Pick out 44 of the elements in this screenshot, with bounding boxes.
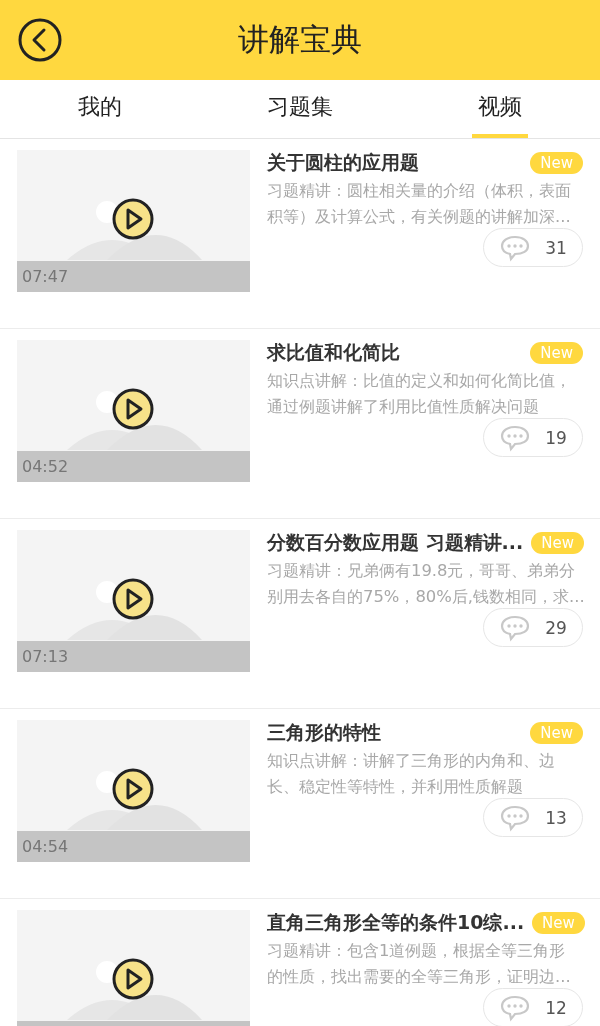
- comment-count: 31: [545, 237, 567, 258]
- video-item[interactable]: 07:47 关于圆柱的应用题 New 习题精讲：圆柱相关量的介绍（体积，表面 积等）及计算公式，有关例题的讲解加深... 31: [0, 139, 600, 329]
- comment-count: 13: [545, 807, 567, 828]
- page-title: 讲解宝典: [238, 20, 362, 59]
- speech-bubble-icon: [499, 803, 532, 832]
- new-badge: New: [530, 722, 583, 744]
- tab[interactable]: 习题集: [261, 80, 339, 138]
- play-icon[interactable]: [112, 578, 154, 620]
- video-title: 直角三角形全等的条件10综...: [267, 910, 525, 935]
- comment-count: 29: [545, 617, 567, 638]
- video-item[interactable]: 04:54 三角形的特性 New 知识点讲解：讲解了三角形的内角和、边 长、稳定性等特性，并利用性质解题 13: [0, 709, 600, 899]
- new-badge: New: [532, 912, 585, 934]
- video-title: 分数百分数应用题 习题精讲...: [267, 530, 524, 555]
- video-item[interactable]: 07:13 分数百分数应用题 习题精讲... New 习题精讲：兄弟俩有19.8元，哥哥、弟弟分 别用去各自的75%，80%后,钱数相同，求... 29: [0, 519, 600, 709]
- new-badge: New: [531, 532, 584, 554]
- video-item[interactable]: 直角三角形全等的条件10综... New 习题精讲：包含1道例题，根据全等三角形 的性质，找出需要的全等三角形，证明边... 12: [0, 899, 600, 1026]
- new-badge: New: [530, 342, 583, 364]
- video-description: 习题精讲：包含1道例题，根据全等三角形 的性质，找出需要的全等三角形，证明边...: [267, 940, 572, 988]
- video-duration: 04:54: [22, 837, 69, 856]
- video-description: 知识点讲解：比值的定义和如何化简比值， 通过例题讲解了利用比值性质解决问题: [267, 370, 572, 418]
- video-title: 三角形的特性: [267, 720, 382, 745]
- tab[interactable]: 视频: [472, 80, 528, 138]
- video-description: 习题精讲：圆柱相关量的介绍（体积，表面 积等）及计算公式，有关例题的讲解加深...: [267, 180, 572, 228]
- video-duration: 07:13: [22, 647, 69, 666]
- video-duration: 04:52: [22, 457, 69, 476]
- play-icon[interactable]: [112, 958, 154, 1000]
- speech-bubble-icon: [499, 993, 532, 1022]
- video-description: 习题精讲：兄弟俩有19.8元，哥哥、弟弟分 别用去各自的75%，80%后,钱数相同，求...: [267, 560, 583, 608]
- comment-count: 19: [545, 427, 567, 448]
- video-item[interactable]: 04:52 求比值和化简比 New 知识点讲解：比值的定义和如何化简比值， 通过例题讲解了利用比值性质解决问题 19: [0, 329, 600, 519]
- video-description: 知识点讲解：讲解了三角形的内角和、边 长、稳定性等特性，并利用性质解题: [267, 750, 556, 798]
- video-title: 求比值和化简比: [267, 340, 401, 365]
- video-duration: 07:47: [22, 267, 69, 286]
- new-badge: New: [530, 152, 583, 174]
- speech-bubble-icon: [499, 613, 532, 642]
- play-icon[interactable]: [112, 768, 154, 810]
- speech-bubble-icon: [499, 423, 532, 452]
- play-icon[interactable]: [112, 198, 154, 240]
- tab[interactable]: 我的: [72, 80, 128, 138]
- comment-count: 12: [545, 997, 567, 1018]
- play-icon[interactable]: [112, 388, 154, 430]
- back-icon[interactable]: [17, 17, 63, 63]
- video-title: 关于圆柱的应用题: [267, 150, 420, 175]
- speech-bubble-icon: [499, 233, 532, 262]
